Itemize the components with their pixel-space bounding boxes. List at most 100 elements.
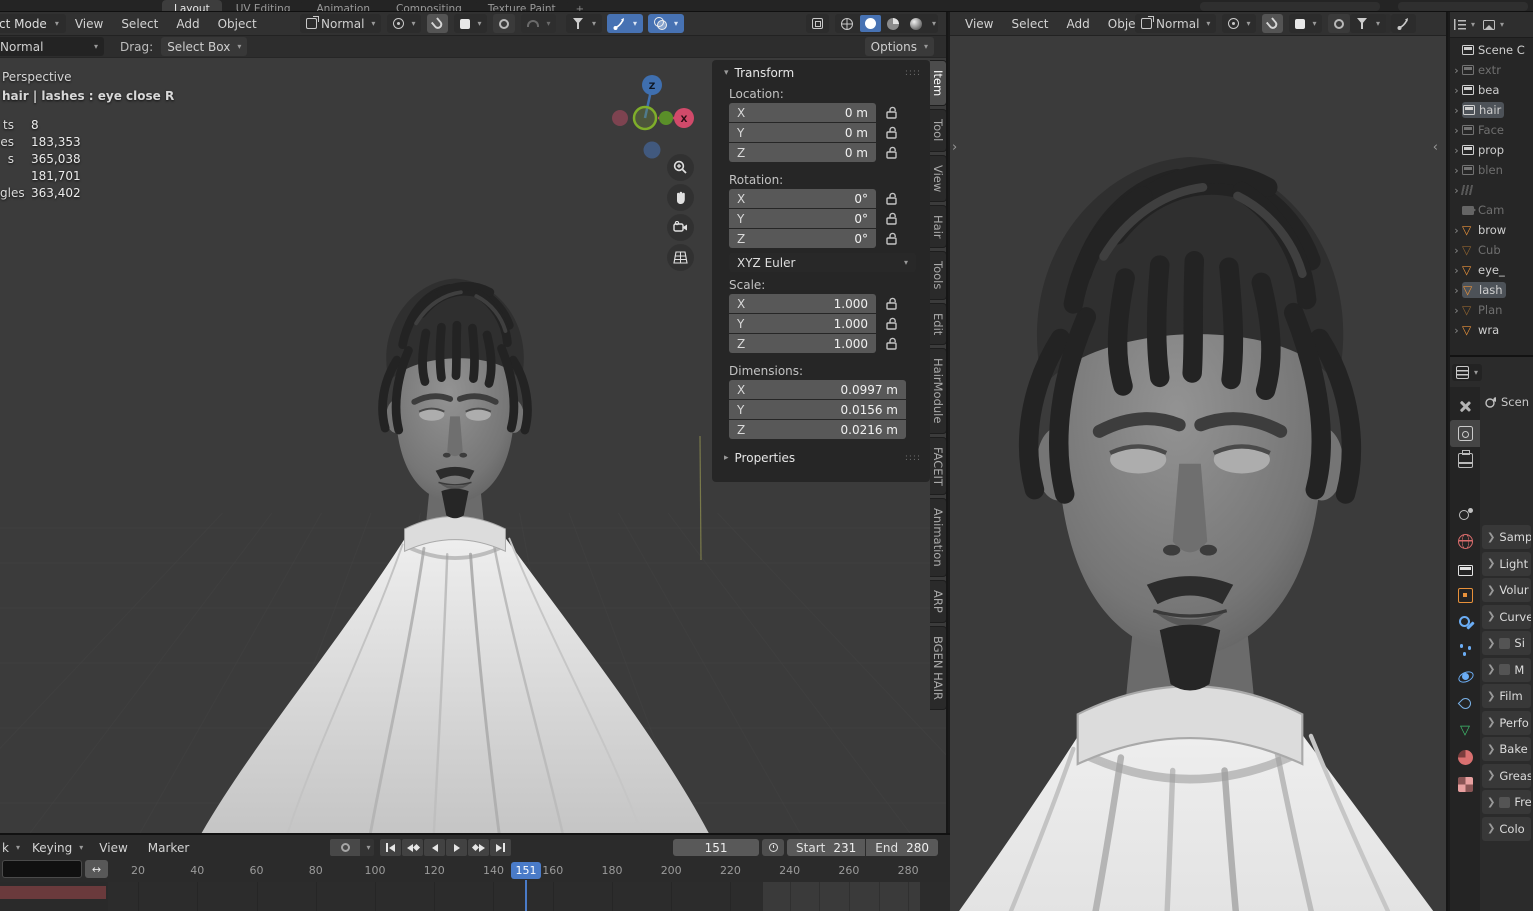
lock-open-icon[interactable] (886, 317, 898, 330)
properties-panel-volur[interactable]: ❯ Volur (1482, 578, 1531, 602)
view-menu[interactable]: View (89, 841, 137, 855)
outliner-row[interactable]: › Face (1450, 120, 1533, 140)
playhead[interactable] (525, 880, 528, 911)
channel-search-field[interactable] (2, 860, 82, 878)
menu-right-add[interactable]: Add (1058, 17, 1099, 31)
outliner-row[interactable]: › ▽ wra (1450, 320, 1533, 340)
sidebar-tab-tools[interactable]: Tools (930, 251, 946, 300)
lock-open-icon[interactable] (886, 146, 898, 159)
sidebar-tab-item[interactable]: Item (930, 60, 946, 107)
play-button[interactable] (446, 839, 467, 856)
sidebar-tab-tool[interactable]: Tool (930, 109, 946, 152)
properties-tab-output[interactable] (1450, 447, 1480, 474)
workspace-tab-layout[interactable]: Layout (162, 0, 222, 11)
value-field-x[interactable]: X 1.000 (729, 294, 876, 313)
properties-panel-curve[interactable]: ❯ Curve (1482, 604, 1531, 629)
lock-open-icon[interactable] (886, 232, 898, 245)
proportional-falloff-dropdown[interactable]: ▾ (521, 14, 557, 33)
properties-tab-modifiers[interactable] (1450, 609, 1480, 636)
properties-panel-m[interactable]: ❯ M (1482, 657, 1531, 682)
keyframe-summary-strip[interactable] (0, 886, 106, 899)
panel-collapse-icon[interactable]: ▾ (724, 68, 729, 78)
properties-panel-colo[interactable]: ❯ Colo (1482, 816, 1531, 841)
snap-toggle[interactable] (1262, 14, 1284, 33)
value-field-x[interactable]: X 0 m (729, 103, 876, 122)
lock-open-icon[interactable] (886, 192, 898, 205)
active-tool-dropdown[interactable]: Normal ▾ (0, 37, 104, 56)
rotation-mode-dropdown[interactable]: XYZ Euler ▾ (729, 253, 916, 272)
properties-panel-si[interactable]: ❯ Si (1482, 631, 1531, 655)
value-field-x[interactable]: X 0° (729, 189, 876, 208)
topbar-scene-selector-stub[interactable] (1398, 2, 1528, 11)
workspace-tab-compositing[interactable]: Compositing (384, 0, 474, 11)
snap-toggle[interactable] (427, 14, 449, 33)
expand-arrow-icon[interactable]: › (1451, 224, 1462, 237)
properties-panel-samp[interactable]: ❯ Samp (1482, 525, 1531, 549)
expand-arrow-icon[interactable]: › (1451, 144, 1462, 157)
auto-keying-dropdown[interactable]: ▾ (360, 839, 374, 856)
panel-grip-icon[interactable]: :::: (905, 68, 921, 78)
value-field-z[interactable]: Z 0.0216 m (729, 420, 906, 439)
xray-toggle[interactable] (805, 14, 829, 33)
menu-right-view[interactable]: View (956, 17, 1002, 31)
value-field-z[interactable]: Z 1.000 (729, 334, 876, 353)
outliner-row[interactable]: › ▽ Cub (1450, 240, 1533, 260)
region-toggle-left-icon[interactable]: › (952, 140, 957, 155)
timeline-channel-region[interactable] (0, 882, 108, 911)
properties-tab-object[interactable] (1450, 582, 1480, 609)
expand-arrow-icon[interactable]: › (1451, 284, 1462, 297)
topbar-scene-controls-stub[interactable] (1200, 2, 1380, 11)
sidebar-tab-edit[interactable]: Edit (930, 302, 946, 346)
current-frame-badge[interactable]: 151 (511, 862, 542, 879)
outliner-display-mode-dropdown[interactable]: ▾ (1454, 19, 1475, 30)
outliner-row[interactable]: › blen (1450, 160, 1533, 180)
viewport-right-canvas[interactable]: › ‹ (950, 36, 1446, 911)
outliner-row[interactable]: › ▽ eye_ (1450, 260, 1533, 280)
panel-checkbox[interactable] (1499, 664, 1511, 675)
outliner-row[interactable]: › ▽ brow (1450, 220, 1533, 240)
pivot-point-dropdown[interactable]: ▾ (1222, 14, 1257, 33)
properties-tab-collection[interactable] (1450, 555, 1480, 582)
region-toggle-right-icon[interactable]: ‹ (1433, 140, 1438, 155)
properties-tab-render[interactable] (1450, 420, 1480, 447)
outliner-row[interactable]: › hair (1450, 100, 1533, 120)
viewport-left[interactable]: ct Mode ▾ View Select Add Object Normal ▾ ▾… (0, 12, 948, 833)
object-visibility-dropdown[interactable]: ▾ (565, 14, 602, 33)
drag-tool-dropdown[interactable]: Select Box ▾ (161, 37, 248, 56)
properties-tab-scene[interactable] (1450, 501, 1480, 528)
menu-left-view[interactable]: View (66, 17, 112, 31)
timeline-ruler[interactable]: ↔ 151 20 40 60 80 100 120 140 160 180 200 220 240 26… (0, 860, 950, 882)
sidebar-tab-view[interactable]: View (930, 154, 946, 202)
jump-to-start-button[interactable] (380, 839, 401, 856)
panel-checkbox[interactable] (1499, 637, 1511, 649)
pivot-point-dropdown[interactable]: ▾ (387, 14, 422, 33)
expand-arrow-icon[interactable]: › (1451, 244, 1462, 257)
outliner-row[interactable]: › bea (1450, 80, 1533, 100)
panel-expand-icon[interactable]: ▸ (724, 453, 729, 463)
expand-arrow-icon[interactable]: › (1451, 124, 1462, 137)
viewport-left-canvas[interactable]: Perspective hair | lashes : eye close R … (0, 58, 946, 833)
marker-menu[interactable]: Marker (138, 841, 199, 855)
snap-with-dropdown[interactable]: ▾ (454, 14, 488, 33)
menu-left-object[interactable]: Object (209, 17, 266, 31)
properties-panel-bake[interactable]: ❯ Bake (1482, 737, 1531, 761)
properties-panel-fre[interactable]: ❯ Fre (1482, 790, 1531, 814)
outliner-filter-dropdown[interactable]: ▾ (1483, 19, 1504, 30)
value-field-z[interactable]: Z 0° (729, 229, 876, 248)
next-keyframe-button[interactable] (468, 839, 489, 856)
expand-arrow-icon[interactable]: › (1451, 304, 1462, 317)
lock-open-icon[interactable] (886, 106, 898, 119)
properties-tab-texture[interactable] (1450, 771, 1480, 798)
sidebar-tab-arp[interactable]: ARP (930, 580, 946, 623)
zoom-button[interactable] (667, 154, 694, 181)
lock-open-icon[interactable] (886, 337, 898, 350)
properties-tab-physics[interactable] (1450, 663, 1480, 690)
properties-panel-film[interactable]: ❯ Film (1482, 684, 1531, 708)
object-visibility-dropdown[interactable]: ▾ (1349, 14, 1386, 33)
outliner-row[interactable]: › (1450, 180, 1533, 200)
auto-keying-toggle[interactable] (330, 839, 360, 856)
show-overlays-dropdown[interactable]: ▾ (647, 14, 684, 33)
outliner-row[interactable]: Scene C (1450, 40, 1533, 60)
expand-arrow-icon[interactable]: › (1451, 84, 1462, 97)
navigation-gizmo[interactable]: Z X (600, 64, 710, 174)
